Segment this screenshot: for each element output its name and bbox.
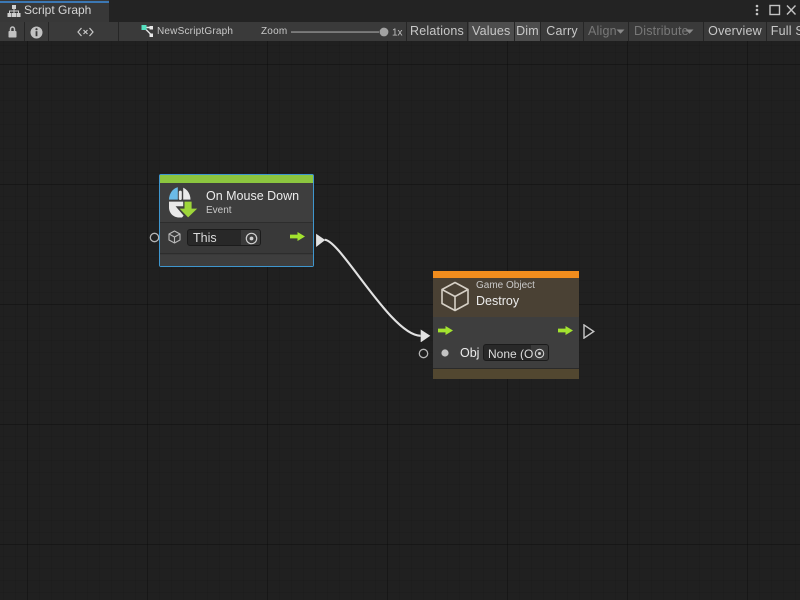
svg-text:1x: 1x bbox=[392, 28, 403, 37]
